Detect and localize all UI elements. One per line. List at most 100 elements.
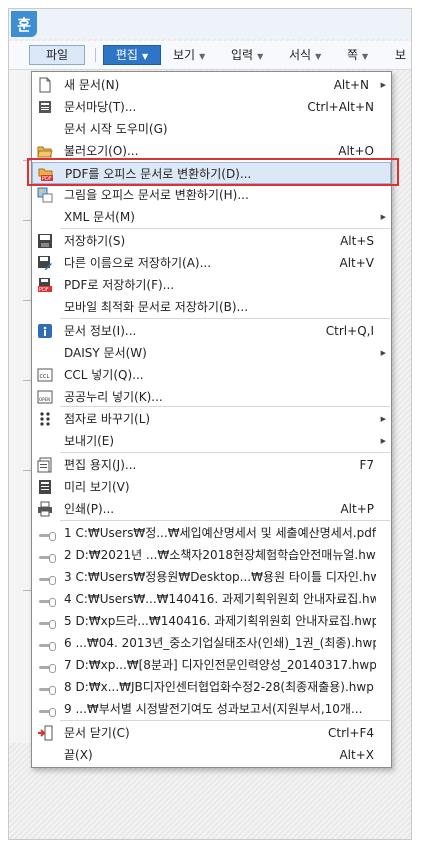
app-logo[interactable]: 훈: [11, 11, 37, 37]
pin-icon[interactable]: [37, 613, 56, 629]
menu-item[interactable]: XML 문서(M) ▶: [32, 206, 391, 228]
menu-item-shortcut: Alt+S: [340, 234, 374, 248]
title-bar: 훈: [9, 9, 411, 39]
menu-separator: [95, 48, 96, 62]
chevron-right-icon: ▶: [380, 349, 386, 357]
pin-icon[interactable]: [37, 679, 56, 695]
menu-separator: [60, 228, 390, 229]
pin-icon[interactable]: [37, 591, 56, 607]
pdf-save-icon: PDF: [37, 277, 53, 293]
menu-item-shortcut: Ctrl+Alt+N: [307, 100, 374, 114]
menu-item-label: 끝(X): [64, 748, 93, 762]
ccl-icon: CCL: [37, 367, 53, 383]
menu-item-label: 인쇄(P)...: [64, 502, 115, 516]
menu-item-label: 새 문서(N): [64, 78, 120, 92]
menu-item[interactable]: PDF PDF로 저장하기(F)...: [32, 274, 391, 296]
menu-item[interactable]: 다른 이름으로 저장하기(A)... Alt+V: [32, 252, 391, 274]
menu-page[interactable]: 쪽 ▼: [343, 45, 372, 65]
menu-item[interactable]: 그림을 오피스 문서로 변환하기(H)...: [32, 184, 391, 206]
menu-item-shortcut: Alt+N: [333, 78, 369, 92]
pin-icon[interactable]: [37, 569, 56, 585]
menu-item[interactable]: OPEN 공공누리 넣기(K)...: [32, 386, 391, 408]
menu-more[interactable]: 보: [391, 45, 410, 65]
pin-icon[interactable]: [37, 701, 56, 717]
menu-item-label: 그림을 오피스 문서로 변환하기(H)...: [64, 188, 249, 202]
menu-item-shortcut: Ctrl+Q,I: [325, 324, 374, 338]
recent-file-item[interactable]: 4 C:₩Users₩...₩140416. 과제기획위원회 안내자료집.hwp: [32, 588, 391, 610]
menu-separator: [60, 452, 390, 453]
menu-item[interactable]: 저장하기(S) Alt+S: [32, 230, 391, 252]
menu-item[interactable]: 문서 정보(I)... Ctrl+Q,I: [32, 320, 391, 342]
menu-item[interactable]: 끝(X) Alt+X: [32, 744, 391, 766]
menu-item[interactable]: 새 문서(N) Alt+N ▶: [32, 74, 391, 96]
menu-item-label: 문서 시작 도우미(G): [64, 122, 168, 136]
recent-file-item[interactable]: 1 C:₩Users₩정...₩세입예산명세서 및 세출예산명세서.pdf: [32, 522, 391, 544]
menu-item[interactable]: 보내기(E) ▶: [32, 430, 391, 452]
menu-item[interactable]: 문서 시작 도우미(G): [32, 118, 391, 140]
menu-item[interactable]: 문서 닫기(C) Ctrl+F4: [32, 722, 391, 744]
chevron-right-icon: ▶: [380, 415, 386, 423]
save-as-icon: [37, 255, 53, 271]
menu-input-label: 입력: [231, 48, 254, 62]
menu-file-label: 파일: [45, 48, 69, 62]
menu-item-label: 2 D:₩2021년 ...₩소책자2018현장체험학습안전매뉴얼.hwp: [64, 548, 376, 562]
pin-icon[interactable]: [37, 525, 56, 541]
chevron-down-icon: ▼: [199, 52, 206, 61]
menu-input[interactable]: 입력 ▼: [227, 45, 267, 65]
menu-item-label: 저장하기(S): [64, 234, 126, 248]
menu-view-label: 보기: [173, 48, 196, 62]
highlight-annotation-box: [27, 158, 399, 186]
preview-icon: [37, 479, 53, 495]
recent-file-item[interactable]: 6 ...₩04. 2013년_중소기업실태조사(인쇄)_1권_(최종).hwp: [32, 632, 391, 654]
chevron-down-icon: ▼: [315, 52, 322, 61]
menu-item[interactable]: 점자로 바꾸기(L) ▶: [32, 408, 391, 430]
menu-bar: 파일 편집 ▼ 보기 ▼ 입력 ▼ 서식 ▼ 쪽 ▼ 보: [9, 41, 411, 70]
menu-item[interactable]: 모바일 최적화 문서로 저장하기(B)...: [32, 296, 391, 318]
menu-separator: [60, 720, 390, 721]
menu-item[interactable]: CCL CCL 넣기(Q)...: [32, 364, 391, 386]
braille-icon: [37, 411, 53, 427]
menu-item-shortcut: F7: [359, 458, 374, 472]
svg-text:PDF: PDF: [39, 287, 49, 293]
chevron-down-icon: ▼: [257, 52, 264, 61]
menu-separator: [60, 318, 390, 319]
menu-item-label: 문서 닫기(C): [64, 726, 130, 740]
menu-item-label: 미리 보기(V): [64, 480, 130, 494]
info-icon: [37, 323, 53, 339]
pin-icon[interactable]: [37, 547, 56, 563]
menu-item-label: 모바일 최적화 문서로 저장하기(B)...: [64, 300, 249, 314]
recent-file-item[interactable]: 7 D:₩xp...₩[8분과] 디자인전문인력양성_20140317.hwp: [32, 654, 391, 676]
menu-more-label: 보: [395, 48, 407, 62]
svg-text:CCL: CCL: [40, 374, 50, 380]
menu-item-label: CCL 넣기(Q)...: [64, 368, 144, 382]
chevron-down-icon: ▼: [362, 52, 369, 61]
menu-item-label: 공공누리 넣기(K)...: [64, 390, 163, 404]
menu-view[interactable]: 보기 ▼: [169, 45, 209, 65]
menu-item[interactable]: 편집 용지(J)... F7: [32, 454, 391, 476]
menu-item-label: 9 ...₩부서별 시정발전기여도 성과보고서(지원부서,10개...: [64, 702, 363, 716]
save-icon: [37, 233, 53, 249]
menu-edit[interactable]: 편집 ▼: [103, 45, 161, 65]
menu-item[interactable]: 인쇄(P)... Alt+P: [32, 498, 391, 520]
menu-item-label: DAISY 문서(W): [64, 346, 147, 360]
pin-icon[interactable]: [37, 657, 56, 673]
menu-item[interactable]: 미리 보기(V): [32, 476, 391, 498]
chevron-right-icon: ▶: [380, 213, 386, 221]
menu-edit-label: 편집: [115, 48, 138, 62]
recent-file-item[interactable]: 3 C:₩Users₩정용원₩Desktop...₩용원 타이틀 디자인.hwp: [32, 566, 391, 588]
menu-item-label: 문서 정보(I)...: [64, 324, 137, 338]
menu-separator: [60, 520, 390, 521]
new-doc-icon: [37, 77, 53, 93]
image-convert-icon: [37, 187, 53, 203]
menu-item[interactable]: DAISY 문서(W) ▶: [32, 342, 391, 364]
recent-file-item[interactable]: 2 D:₩2021년 ...₩소책자2018현장체험학습안전매뉴얼.hwp: [32, 544, 391, 566]
menu-format[interactable]: 서식 ▼: [285, 45, 325, 65]
recent-file-item[interactable]: 5 D:₩xp드라...₩140416. 과제기획위원회 안내자료집.hwp: [32, 610, 391, 632]
menu-item[interactable]: 문서마당(T)... Ctrl+Alt+N: [32, 96, 391, 118]
recent-file-item[interactable]: 8 D:₩x...₩JB디자인센터협업화수정2-28(최종재출용).hwp: [32, 676, 391, 698]
menu-file[interactable]: 파일: [29, 45, 85, 65]
recent-file-item[interactable]: 9 ...₩부서별 시정발전기여도 성과보고서(지원부서,10개...: [32, 698, 391, 720]
pin-icon[interactable]: [37, 635, 56, 651]
close-doc-icon: [37, 725, 53, 741]
page-setup-icon: [37, 457, 53, 473]
